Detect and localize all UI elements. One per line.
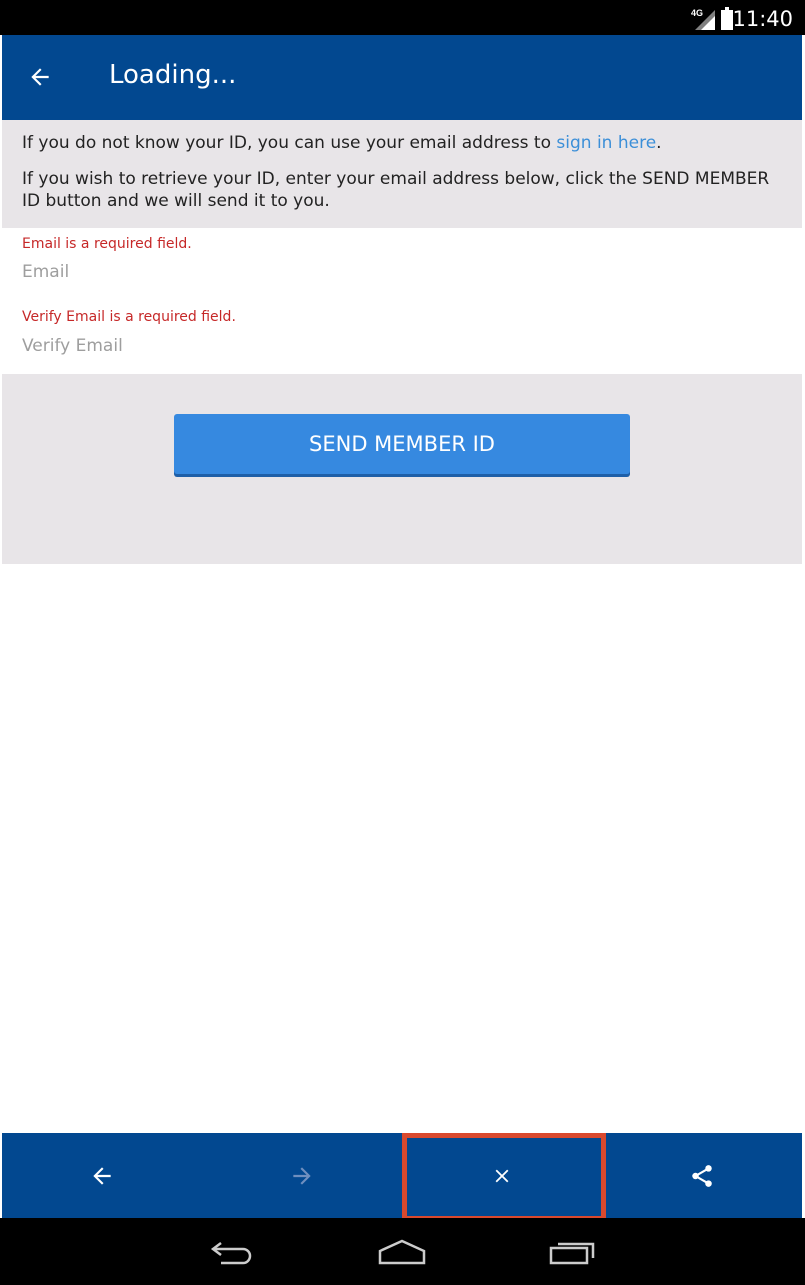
recents-icon xyxy=(549,1242,595,1265)
page-title: Loading... xyxy=(109,60,237,90)
verify-email-field[interactable] xyxy=(22,331,782,361)
email-field[interactable] xyxy=(22,257,782,287)
verify-email-error: Verify Email is a required field. xyxy=(22,309,236,325)
status-time: 11:40 xyxy=(732,7,793,31)
toolbar-close-button[interactable] xyxy=(402,1133,602,1218)
share-icon xyxy=(692,1164,712,1187)
toolbar-forward-button[interactable] xyxy=(202,1133,402,1218)
arrow-left-icon xyxy=(31,68,49,86)
info-panel: If you do not know your ID, you can use … xyxy=(2,120,802,228)
close-icon xyxy=(495,1169,509,1182)
app-bar: Loading... xyxy=(2,35,802,120)
send-member-id-button[interactable]: SEND MEMBER ID xyxy=(174,414,630,474)
signal-icon: 4G xyxy=(691,8,715,30)
sign-in-link[interactable]: sign in here xyxy=(556,133,656,153)
network-type: 4G xyxy=(691,8,704,18)
info-line-2: If you wish to retrieve your ID, enter y… xyxy=(22,169,770,211)
info-line-1-text: If you do not know your ID, you can use … xyxy=(22,133,557,153)
button-panel: SEND MEMBER ID xyxy=(2,374,802,564)
nav-home-button[interactable] xyxy=(362,1232,442,1272)
arrow-right-icon xyxy=(293,1166,311,1185)
info-line-1-suffix: . xyxy=(656,133,662,153)
email-error: Email is a required field. xyxy=(22,236,192,252)
status-bar: 4G 11:40 xyxy=(0,0,805,35)
toolbar-back-button[interactable] xyxy=(2,1133,202,1218)
info-line-1: If you do not know your ID, you can use … xyxy=(22,132,782,154)
form-area: Email is a required field. Verify Email … xyxy=(2,228,802,374)
toolbar-share-button[interactable] xyxy=(602,1133,802,1218)
status-icons: 4G xyxy=(691,6,733,30)
arrow-left-icon xyxy=(93,1166,111,1185)
home-icon xyxy=(378,1239,426,1265)
nav-back-button[interactable] xyxy=(192,1232,272,1272)
navigation-bar xyxy=(0,1218,805,1285)
battery-icon xyxy=(721,7,733,30)
back-button[interactable] xyxy=(20,57,60,97)
nav-back-icon xyxy=(210,1242,252,1265)
nav-recents-button[interactable] xyxy=(532,1232,612,1272)
browser-toolbar xyxy=(2,1133,802,1221)
